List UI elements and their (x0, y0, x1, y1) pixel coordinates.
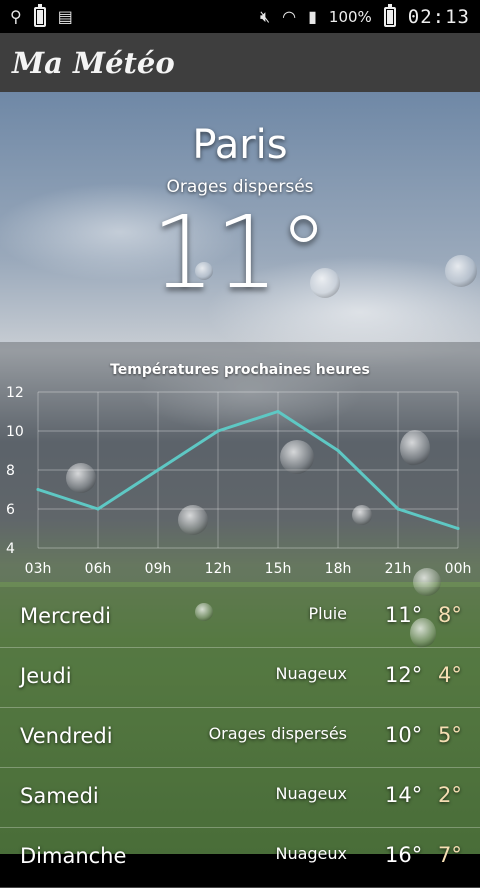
battery-icon (383, 3, 396, 27)
status-bar: ⚲ ▤ 🔇︎ ◠ ▮ 100% 02:13 (0, 0, 480, 33)
temperature-point (396, 507, 400, 511)
wifi-icon: ◠ (282, 7, 297, 26)
forecast-high: 10° (385, 723, 423, 747)
forecast-high: 12° (385, 663, 423, 687)
y-tick-label: 8 (6, 463, 15, 479)
battery-percent: 100% (328, 7, 372, 26)
app-title: Ma Météo (12, 45, 175, 80)
usb-icon: ⚲ (10, 7, 22, 26)
forecast-high: 14° (385, 783, 423, 807)
temperature-point (336, 449, 340, 452)
y-tick-label: 4 (6, 541, 15, 557)
sim-disabled-icon: ▤ (57, 7, 73, 26)
forecast-low: 4° (438, 663, 462, 687)
current-temperature: 11° (151, 194, 329, 311)
battery-full-icon (33, 3, 46, 27)
forecast-day: Jeudi (20, 664, 72, 688)
signal-icon: ▮ (308, 7, 317, 26)
temperature-point (96, 507, 100, 511)
forecast-row[interactable]: Mercredi Pluie 11° 8° (0, 588, 480, 648)
forecast-day: Vendredi (20, 724, 113, 748)
x-tick-label: 21h (385, 561, 412, 577)
forecast-condition: Nuageux (275, 664, 347, 683)
forecast-row[interactable]: Jeudi Nuageux 12° 4° (0, 648, 480, 708)
x-tick-label: 00h (445, 561, 472, 577)
status-left-icons: ⚲ ▤ (10, 3, 73, 27)
clock: 02:13 (407, 5, 470, 28)
x-tick-label: 12h (205, 561, 232, 577)
status-right-icons: 🔇︎ ◠ ▮ 100% 02:13 (260, 3, 470, 28)
forecast-condition: Pluie (308, 604, 347, 623)
forecast-condition: Nuageux (275, 784, 347, 803)
temperature-point (36, 488, 40, 491)
temperature-point (216, 429, 220, 433)
mute-icon: 🔇︎ (260, 6, 271, 26)
hourly-temperature-chart: 4 6 8 10 12 03h 06h 09h 12h 15h 18h 21h 00h (6, 385, 472, 577)
temperature-point (456, 527, 460, 530)
forecast-condition: Orages dispersés (208, 724, 347, 743)
forecast-row[interactable]: Dimanche Nuageux 16° 7° (0, 828, 480, 888)
forecast-high: 11° (385, 603, 423, 627)
chart-title: Températures prochaines heures (110, 362, 370, 378)
forecast-row[interactable]: Vendredi Orages dispersés 10° 5° (0, 708, 480, 768)
x-tick-label: 03h (25, 561, 52, 577)
forecast-row[interactable]: Samedi Nuageux 14° 2° (0, 768, 480, 828)
temperature-point (156, 468, 160, 472)
x-tick-label: 06h (85, 561, 112, 577)
forecast-low: 2° (438, 783, 462, 807)
x-tick-label: 09h (145, 561, 172, 577)
x-tick-label: 15h (265, 561, 292, 577)
app-bar: Ma Météo (0, 33, 480, 92)
city-name: Paris (192, 122, 288, 168)
temperature-point (276, 410, 280, 413)
forecast-day: Samedi (20, 784, 99, 808)
forecast-day: Mercredi (20, 604, 112, 628)
y-tick-label: 10 (6, 424, 24, 440)
forecast-low: 7° (438, 843, 462, 867)
forecast-low: 5° (438, 723, 462, 747)
x-tick-label: 18h (325, 561, 352, 577)
y-tick-label: 12 (6, 385, 24, 401)
y-tick-label: 6 (6, 502, 15, 518)
forecast-high: 16° (385, 843, 423, 867)
forecast-low: 8° (438, 603, 462, 627)
forecast-list: Mercredi Pluie 11° 8° Jeudi Nuageux 12° … (0, 588, 480, 888)
forecast-day: Dimanche (20, 844, 127, 868)
